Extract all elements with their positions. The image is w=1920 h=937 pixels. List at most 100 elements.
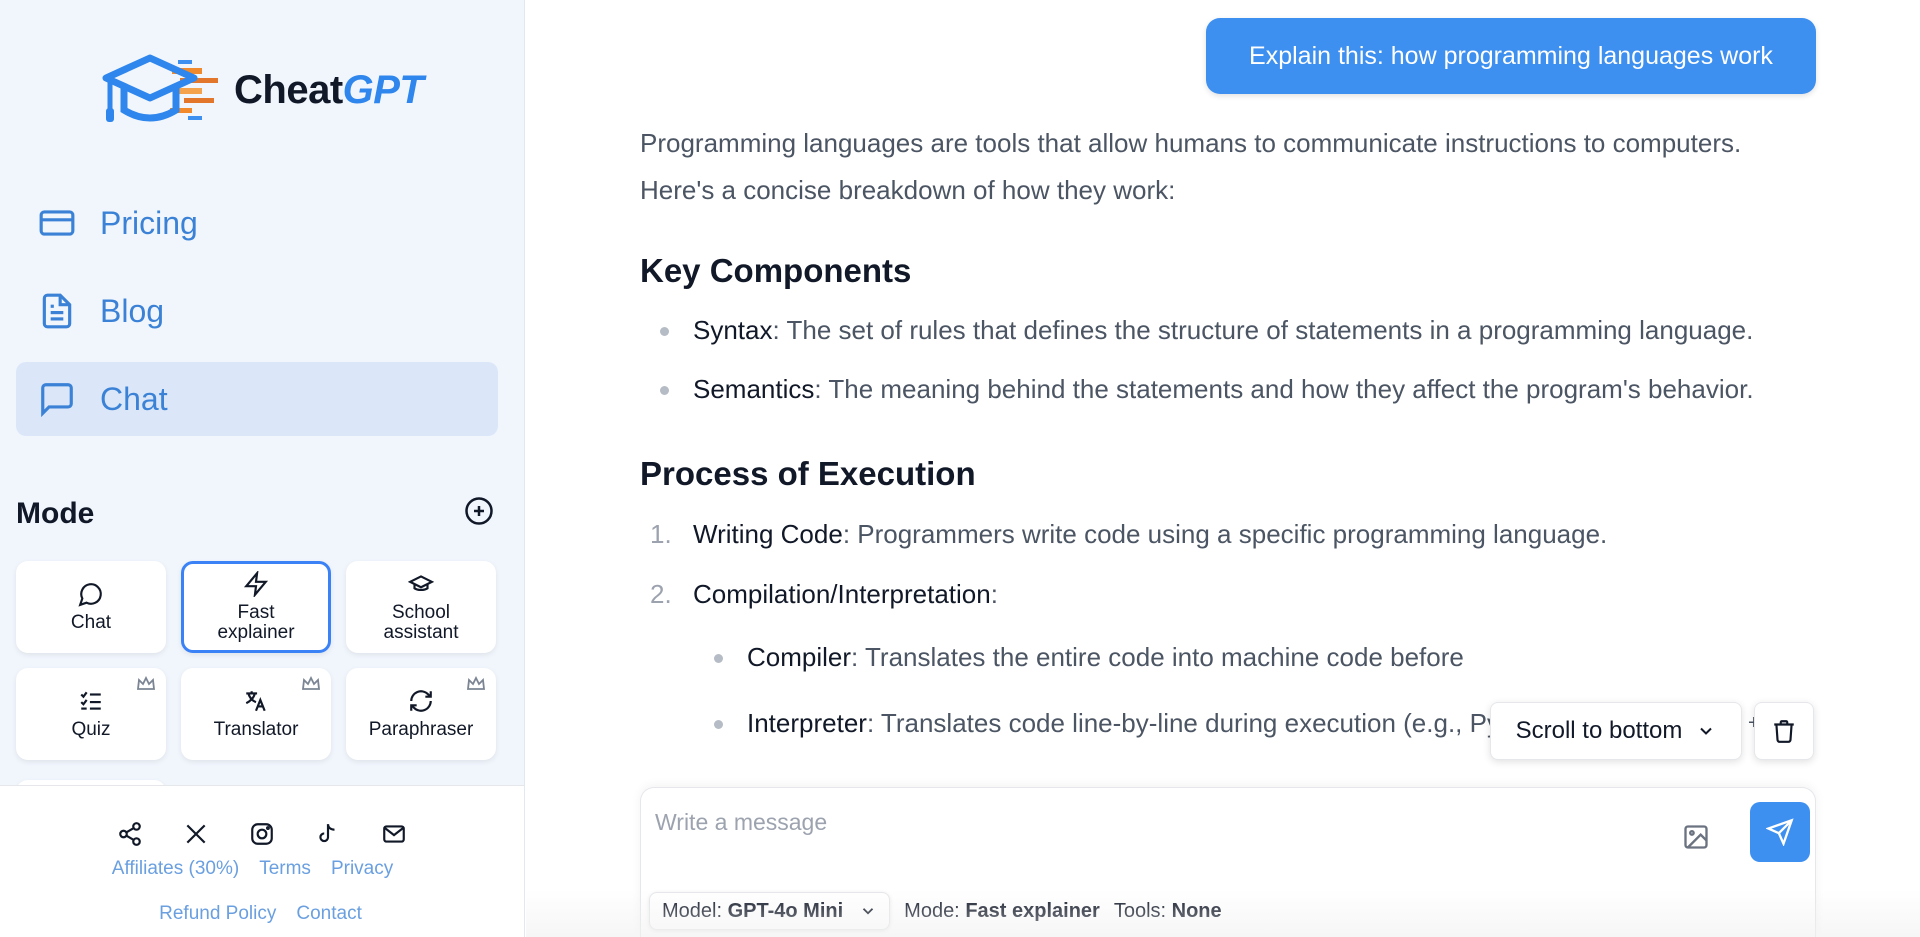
document-icon	[36, 290, 78, 332]
scroll-to-bottom-label: Scroll to bottom	[1515, 717, 1683, 744]
list-item-text: : The set of rules that defines the stru…	[772, 315, 1754, 345]
list-item-text: : Translates the entire code into machin…	[851, 642, 1464, 672]
mode-card-label: Paraphraser	[368, 719, 474, 741]
mode-title: Mode	[16, 496, 95, 530]
scroll-to-bottom-button[interactable]: Scroll to bottom	[1490, 702, 1742, 760]
sidebar-nav: Pricing Blog Chat	[16, 186, 498, 450]
chevron-down-icon	[863, 908, 874, 915]
list-item-term: Writing Code	[693, 519, 843, 549]
mode-card-quiz[interactable]: Quiz	[16, 668, 166, 760]
sidebar-item-chat[interactable]: Chat	[16, 362, 498, 436]
mode-card-fast-explainer[interactable]: Fast explainer	[181, 561, 331, 653]
mode-card-label: School	[391, 602, 451, 624]
footer-links-row-1: Affiliates (30%) Terms Privacy	[0, 858, 515, 880]
add-mode-button[interactable]	[464, 496, 494, 531]
sidebar-item-blog[interactable]: Blog	[16, 274, 498, 348]
attach-image-button[interactable]	[1679, 820, 1713, 854]
delete-chat-button[interactable]	[1754, 702, 1814, 760]
brand-logo[interactable]: CheatGPT	[100, 46, 424, 134]
instagram-icon[interactable]	[240, 812, 284, 856]
sidebar-item-label: Pricing	[100, 204, 198, 241]
mail-icon[interactable]	[372, 812, 416, 856]
refresh-icon	[410, 690, 432, 712]
mode-status-label: Mode:	[904, 899, 960, 922]
x-icon[interactable]	[174, 812, 218, 856]
list-item: Syntax: The set of rules that defines th…	[640, 301, 1840, 360]
answer-intro-line: Here's a concise breakdown of how they w…	[640, 175, 1176, 205]
list-item-number: 2.	[650, 579, 672, 609]
chevron-down-icon	[1700, 727, 1713, 735]
composer-status-bar: Model: GPT-4o Mini Mode: Fast explainer …	[649, 892, 1222, 930]
model-select[interactable]: Model: GPT-4o Mini	[649, 892, 891, 930]
mode-card-label: Quiz	[71, 719, 111, 741]
mode-header: Mode	[16, 496, 494, 531]
sidebar-item-label: Chat	[100, 380, 168, 417]
mode-card-label: Chat	[70, 612, 112, 634]
chat-main: Explain this: how programming languages …	[526, 0, 1920, 937]
tools-status: Tools: None	[1114, 900, 1222, 923]
list-item-term: Compilation/Interpretation	[693, 579, 991, 609]
trash-icon	[1774, 720, 1794, 743]
list-item: Semantics: The meaning behind the statem…	[640, 360, 1840, 419]
mode-card-paraphraser[interactable]: Paraphraser	[346, 668, 496, 760]
list-item-term: Semantics	[693, 374, 815, 404]
content-fade	[640, 774, 1840, 788]
mode-card-translator[interactable]: Translator	[181, 668, 331, 760]
mode-status-value: Fast explainer	[965, 899, 1100, 922]
model-value: GPT-4o Mini	[727, 899, 844, 922]
section-heading: Process of Execution	[640, 455, 976, 492]
crown-icon	[136, 676, 156, 690]
sidebar-item-label: Blog	[100, 292, 165, 329]
tiktok-icon[interactable]	[306, 812, 350, 856]
send-icon	[1766, 818, 1794, 846]
privacy-link[interactable]: Privacy	[331, 858, 393, 880]
mode-grid: Chat Fast explainer School assistant Qui…	[16, 561, 496, 760]
mode-card-label: Translator	[213, 719, 299, 741]
refund-policy-link[interactable]: Refund Policy	[159, 903, 276, 925]
lightning-icon	[243, 571, 269, 598]
translate-icon	[245, 691, 266, 712]
crown-icon	[466, 676, 486, 690]
social-links	[108, 812, 416, 856]
model-label: Model:	[662, 899, 723, 922]
contact-link[interactable]: Contact	[296, 903, 361, 925]
assistant-answer: Programming languages are tools that all…	[640, 120, 1840, 756]
sidebar-footer: Affiliates (30%) Terms Privacy Refund Po…	[0, 785, 524, 937]
mode-card-label: Fast	[237, 602, 275, 624]
brand-name: CheatGPT	[234, 67, 424, 113]
list-item-text: :	[990, 579, 998, 609]
message-composer: Model: GPT-4o Mini Mode: Fast explainer …	[640, 787, 1816, 937]
list-item: 2. Compilation/Interpretation:	[640, 564, 1840, 624]
mode-status: Mode: Fast explainer	[904, 900, 1100, 923]
list-item-number: 1.	[650, 519, 672, 549]
mode-card-label-2: explainer	[217, 622, 295, 643]
list-item-text: : Programmers write code using a specifi…	[842, 519, 1608, 549]
mode-card-label-2: assistant	[383, 622, 459, 643]
affiliates-link[interactable]: Affiliates (30%)	[112, 858, 239, 880]
terms-link[interactable]: Terms	[259, 858, 311, 880]
list-item-term: Compiler	[747, 642, 852, 672]
list-item-term: Interpreter	[747, 708, 867, 738]
checklist-icon	[80, 691, 101, 710]
mode-card-chat[interactable]: Chat	[16, 561, 166, 653]
message-input[interactable]	[655, 802, 1655, 842]
list-item-term: Syntax	[693, 315, 773, 345]
tools-status-label: Tools:	[1113, 899, 1167, 922]
brand-name-accent: GPT	[342, 67, 424, 112]
list-item: Compiler: Translates the entire code int…	[640, 624, 1840, 690]
send-button[interactable]	[1750, 802, 1810, 862]
key-components-list: Syntax: The set of rules that defines th…	[640, 301, 1840, 419]
list-item: 1. Writing Code: Programmers write code u…	[640, 504, 1840, 564]
image-icon	[1684, 825, 1708, 849]
crown-icon	[301, 676, 321, 690]
mode-card-school-assistant[interactable]: School assistant	[346, 561, 496, 653]
sidebar: CheatGPT Pricing Blog Chat Mode Chat Fas…	[0, 0, 525, 937]
section-heading: Key Components	[640, 252, 912, 289]
sidebar-item-pricing[interactable]: Pricing	[16, 186, 498, 260]
share-icon[interactable]	[108, 812, 152, 856]
chat-bubble-icon	[36, 378, 78, 420]
graduation-cap-logo-icon	[102, 54, 218, 122]
execution-steps-list: 1. Writing Code: Programmers write code u…	[640, 504, 1840, 624]
answer-intro-line: Programming languages are tools that all…	[640, 128, 1742, 158]
plus-circle-icon	[465, 497, 493, 525]
